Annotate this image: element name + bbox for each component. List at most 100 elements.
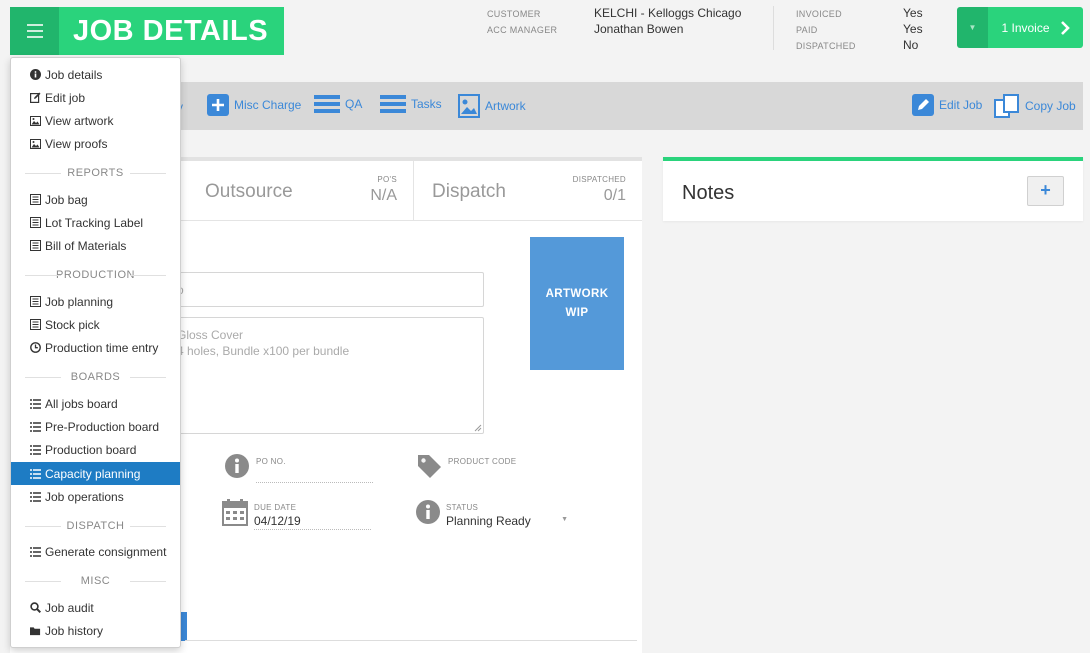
edit-icon	[30, 92, 41, 103]
misc-charge-label: Misc Charge	[234, 98, 302, 112]
menu-item-job-planning[interactable]: Job planning	[11, 290, 180, 313]
tab-dispatch[interactable]: Dispatch DISPATCHED 0/1	[414, 161, 642, 221]
menu-item-job-bag[interactable]: Job bag	[11, 188, 180, 211]
artwork-tile-line-2: WIP	[565, 306, 589, 319]
outsource-title: Outsource	[205, 181, 293, 202]
menu-item-edit-job[interactable]: Edit job	[11, 86, 180, 109]
calendar-icon	[222, 499, 248, 526]
menu-item-job-audit[interactable]: Job audit	[11, 596, 180, 619]
customer-label: CUSTOMER	[487, 9, 541, 19]
invoice-button-label: 1 Invoice	[1001, 20, 1050, 35]
menu-item-view-artwork[interactable]: View artwork	[11, 109, 180, 132]
folder-icon	[30, 625, 41, 636]
menu-item-lot-tracking-label[interactable]: Lot Tracking Label	[11, 211, 180, 234]
acc-manager-value: Jonathan Bowen	[594, 22, 684, 36]
invoiced-value: Yes	[903, 6, 923, 20]
artwork-status-tile[interactable]: ARTWORK WIP	[530, 237, 624, 370]
menu-item-bill-of-materials[interactable]: Bill of Materials	[11, 234, 180, 257]
hamburger-icon	[26, 24, 43, 26]
status-select[interactable]: Planning Ready ▼	[446, 514, 570, 530]
acc-manager-label: ACC MANAGER	[487, 25, 558, 35]
menu-header-reports: REPORTS	[11, 166, 180, 180]
qa-label: QA	[345, 97, 363, 111]
list-icon	[314, 95, 340, 113]
list-icon	[30, 546, 41, 557]
job-description-textarea[interactable]: Gloss Cover 4 holes, Bundle x100 per bun…	[150, 317, 484, 434]
tag-icon	[418, 455, 441, 478]
menu-item-capacity-planning[interactable]: Capacity planning	[11, 462, 180, 485]
status-label: STATUS	[446, 503, 479, 512]
resize-handle-icon[interactable]	[474, 424, 482, 432]
edit-job-button[interactable]: Edit Job	[912, 94, 982, 116]
copy-icon	[994, 94, 1019, 118]
dispatched-tab-label: DISPATCHED	[572, 175, 626, 184]
notes-title: Notes	[682, 182, 735, 204]
paid-label: PAID	[796, 25, 818, 35]
menu-header-misc: MISC	[11, 574, 180, 588]
invoice-dropdown-button[interactable]: ▼	[957, 7, 988, 48]
dispatched-label: DISPATCHED	[796, 41, 856, 51]
menu-item-production-time-entry[interactable]: Production time entry	[11, 336, 180, 359]
copy-job-label: Copy Job	[1025, 99, 1076, 113]
list-icon	[30, 398, 41, 409]
plus-square-icon	[207, 94, 229, 116]
add-note-button[interactable]: +	[1027, 176, 1064, 206]
menu-item-all-jobs-board[interactable]: All jobs board	[11, 392, 180, 415]
menu-item-job-history[interactable]: Job history	[11, 619, 180, 642]
menu-item-production-board[interactable]: Production board	[11, 438, 180, 461]
notes-panel: Notes +	[663, 157, 1083, 221]
menu-item-pre-production-board[interactable]: Pre-Production board	[11, 415, 180, 438]
menu-item-view-proofs[interactable]: View proofs	[11, 132, 180, 155]
menu-item-job-operations[interactable]: Job operations	[11, 485, 180, 508]
menu-item-job-details[interactable]: Job details	[11, 63, 180, 86]
misc-charge-button[interactable]: Misc Charge	[207, 94, 301, 116]
list-icon	[30, 444, 41, 455]
menu-header-production: PRODUCTION	[11, 268, 180, 282]
artwork-label: Artwork	[485, 99, 526, 113]
pencil-icon	[912, 94, 934, 116]
info-circle-icon	[30, 69, 41, 80]
menu-header-boards: BOARDS	[11, 370, 180, 384]
info-icon	[225, 454, 249, 478]
menu-item-stock-pick[interactable]: Stock pick	[11, 313, 180, 336]
report-icon	[30, 217, 41, 228]
report-icon	[30, 194, 41, 205]
qa-button[interactable]: QA	[314, 94, 362, 114]
copy-job-button[interactable]: Copy Job	[994, 94, 1076, 118]
list-icon	[30, 468, 41, 479]
header-divider	[773, 6, 774, 50]
caret-down-icon: ▼	[968, 23, 977, 32]
due-date-value[interactable]: 04/12/19	[254, 514, 301, 528]
po-no-label: PO NO.	[256, 457, 286, 466]
tasks-button[interactable]: Tasks	[380, 94, 442, 114]
edit-job-label: Edit Job	[939, 98, 983, 112]
customer-value: KELCHI - Kelloggs Chicago	[594, 6, 742, 20]
list-icon	[30, 421, 41, 432]
artwork-button[interactable]: Artwork	[458, 94, 526, 118]
report-icon	[30, 319, 41, 330]
due-date-label: DUE DATE	[254, 503, 297, 512]
picture-icon	[30, 115, 41, 126]
clock-icon	[30, 342, 41, 353]
hamburger-menu-button[interactable]	[10, 7, 59, 55]
tasks-label: Tasks	[411, 97, 442, 111]
report-icon	[30, 296, 41, 307]
chevron-right-icon	[1060, 20, 1070, 35]
status-value: Planning Ready	[446, 514, 531, 528]
header-brand: JOB DETAILS	[10, 7, 285, 55]
pos-label: PO'S	[377, 175, 397, 184]
description-line-1: Gloss Cover	[177, 328, 244, 342]
invoice-button-group: ▼ 1 Invoice	[957, 7, 1083, 48]
job-title-input[interactable]: o	[150, 272, 484, 307]
dispatched-value: No	[903, 38, 919, 52]
pos-value: N/A	[370, 187, 397, 204]
menu-item-generate-consignment[interactable]: Generate consignment	[11, 540, 180, 563]
invoice-button[interactable]: 1 Invoice	[988, 7, 1083, 48]
caret-down-icon: ▼	[561, 516, 568, 523]
image-icon	[458, 94, 480, 118]
tab-outsource[interactable]: Outsource PO'S N/A	[185, 161, 413, 221]
product-code-label: PRODUCT CODE	[448, 457, 517, 466]
tasks-icon	[380, 95, 406, 113]
page-title: JOB DETAILS	[59, 7, 285, 55]
menu-header-dispatch: DISPATCH	[11, 519, 180, 533]
